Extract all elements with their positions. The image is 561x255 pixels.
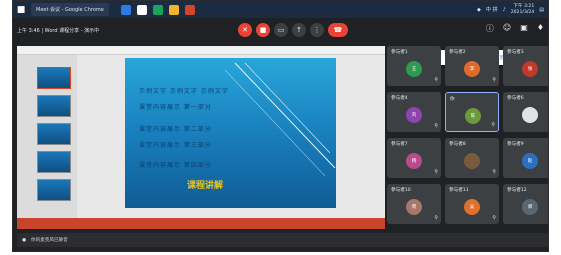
slide-text-line: 示例文字 示例文字 示例文字 bbox=[139, 88, 229, 95]
avatar bbox=[522, 107, 538, 123]
participant-name: 参与者7 bbox=[391, 142, 408, 147]
captions-icon[interactable]: ▭ bbox=[274, 23, 288, 37]
participant-tile[interactable]: 参与者7 杨 ⚲ bbox=[387, 138, 441, 178]
participant-tile[interactable]: 参与者8 ⚲ bbox=[445, 138, 499, 178]
mic-status-icon: ⚲ bbox=[434, 123, 438, 129]
avatar: 王 bbox=[406, 61, 422, 77]
participant-name: 参与者8 bbox=[449, 142, 466, 147]
meeting-title: 上午 3:46 | Word 课程分享 - 演示中 bbox=[17, 27, 100, 34]
participant-name: 参与者9 bbox=[507, 142, 524, 147]
mic-status-icon: ⚲ bbox=[434, 169, 438, 175]
participant-name: 参与者10 bbox=[391, 188, 411, 193]
windows-start-icon[interactable]: ■ bbox=[13, 1, 29, 18]
end-call-button[interactable]: ☎ bbox=[328, 23, 348, 37]
chat-icon[interactable]: ▣ bbox=[520, 23, 528, 34]
current-slide[interactable]: 示例文字 示例文字 示例文字 课堂内容展示 第一部分 课堂内容展示 第二部分 课… bbox=[125, 58, 336, 208]
more-options-icon[interactable]: ⋮ bbox=[310, 23, 324, 37]
participant-name: 参与者12 bbox=[507, 188, 527, 193]
camera-off-icon[interactable]: ■ bbox=[256, 23, 270, 37]
os-taskbar: ■ Meet 会议 - Google Chrome ◆ 中 拼 ♪ 下午 3:2… bbox=[13, 1, 548, 18]
avatar: 李 bbox=[464, 61, 480, 77]
slide-thumbnail[interactable] bbox=[37, 67, 71, 89]
participant-name: 参与者1 bbox=[391, 50, 408, 55]
clock[interactable]: 下午 3:21 2021/3/24 bbox=[511, 4, 535, 16]
present-screen-icon[interactable]: ↑ bbox=[292, 23, 306, 37]
participant-name: 参与者6 bbox=[507, 96, 524, 101]
presentation-view: 示例文字 示例文字 示例文字 课堂内容展示 第一部分 课堂内容展示 第二部分 课… bbox=[17, 46, 385, 229]
taskbar-window-tab[interactable]: Meet 会议 - Google Chrome bbox=[31, 3, 109, 16]
folder-icon[interactable] bbox=[168, 4, 179, 15]
participant-name: 你 bbox=[450, 97, 455, 102]
participant-name: 参与者11 bbox=[449, 188, 469, 193]
avatar bbox=[464, 153, 480, 169]
close-icon[interactable]: × bbox=[548, 54, 549, 62]
info-icon[interactable]: ⓘ bbox=[486, 23, 494, 34]
slide-thumbnail[interactable] bbox=[37, 123, 71, 145]
slide-thumbnail[interactable] bbox=[37, 151, 71, 173]
slide-text-line: 课堂内容展示 第一部分 bbox=[139, 104, 212, 111]
avatar: 陈 bbox=[465, 108, 481, 124]
slide-text-line: 课堂内容展示 第二部分 bbox=[139, 126, 212, 133]
slide-thumbnail[interactable] bbox=[37, 95, 71, 117]
people-icon[interactable]: ☺ bbox=[503, 23, 511, 34]
avatar: 杨 bbox=[406, 153, 422, 169]
avatar: 郑 bbox=[522, 199, 538, 215]
slide-decoration bbox=[224, 62, 336, 177]
slide-text-line: 课堂内容展示 第四部分 bbox=[139, 162, 212, 169]
participant-tile[interactable]: 参与者3张⚲ bbox=[503, 46, 548, 86]
participant-name: 参与者3 bbox=[507, 50, 524, 55]
participant-tile[interactable]: 参与者12郑⚲ bbox=[503, 184, 548, 224]
screen-frame: ■ Meet 会议 - Google Chrome ◆ 中 拼 ♪ 下午 3:2… bbox=[12, 0, 549, 252]
avatar: 赵 bbox=[522, 153, 538, 169]
mic-status-icon: ⚲ bbox=[434, 77, 438, 83]
participant-tile[interactable]: 参与者4 刘 ⚲ bbox=[387, 92, 441, 132]
avatar: 刘 bbox=[406, 107, 422, 123]
network-icon[interactable]: ◆ bbox=[477, 7, 481, 13]
participant-tile[interactable]: 参与者10 周 ⚲ bbox=[387, 184, 441, 224]
avatar: 张 bbox=[522, 61, 538, 77]
status-bar: ● 你的麦克风已静音 bbox=[17, 233, 548, 247]
mic-off-icon: ● bbox=[22, 237, 27, 243]
wechat-icon[interactable] bbox=[152, 4, 163, 15]
avatar: 吴 bbox=[464, 199, 480, 215]
file-explorer-icon[interactable] bbox=[120, 4, 131, 15]
participant-tile[interactable]: 参与者9赵⚲ bbox=[503, 138, 548, 178]
ppt-status-bar bbox=[17, 218, 385, 229]
ime-indicator[interactable]: 中 拼 bbox=[486, 6, 498, 13]
participant-tile[interactable]: 你陈 ⚲ bbox=[445, 92, 499, 132]
slide-title: 课程讲解 bbox=[187, 181, 224, 191]
volume-icon[interactable]: ♪ bbox=[503, 7, 506, 13]
powerpoint-icon[interactable] bbox=[184, 4, 195, 15]
mic-status-icon: ⚲ bbox=[492, 215, 496, 221]
participant-tile[interactable]: 参与者11 吴 ⚲ bbox=[445, 184, 499, 224]
participant-name: 参与者2 bbox=[449, 50, 466, 55]
status-message: 你的麦克风已静音 bbox=[31, 238, 68, 243]
avatar: 周 bbox=[406, 199, 422, 215]
mic-status-icon: ⚲ bbox=[491, 122, 495, 128]
participant-tile[interactable]: 参与者2 李 ⚲ bbox=[445, 46, 499, 86]
slide-thumbnail-panel bbox=[17, 55, 77, 218]
notification-icon[interactable]: ▤ bbox=[539, 7, 544, 13]
mic-status-icon: ⚲ bbox=[492, 77, 496, 83]
slide-thumbnail[interactable] bbox=[37, 179, 71, 201]
participant-tile[interactable]: 参与者6⚲ bbox=[503, 92, 548, 132]
participant-tile[interactable]: 参与者1 王 ⚲ bbox=[387, 46, 441, 86]
system-tray: ◆ 中 拼 ♪ 下午 3:21 2021/3/24 ▤ bbox=[477, 4, 548, 16]
participant-name: 参与者4 bbox=[391, 96, 408, 101]
mic-status-icon: ⚲ bbox=[492, 169, 496, 175]
chrome-icon[interactable] bbox=[136, 4, 147, 15]
mic-off-icon[interactable]: ✕ bbox=[238, 23, 252, 37]
slide-text-line: 课堂内容展示 第三部分 bbox=[139, 142, 212, 149]
meet-toolbar: 上午 3:46 | Word 课程分享 - 演示中 ✕ ■ ▭ ↑ ⋮ ☎ ⓘ … bbox=[13, 18, 548, 42]
mic-status-icon: ⚲ bbox=[434, 215, 438, 221]
activities-icon[interactable]: ♦ bbox=[537, 23, 544, 34]
ppt-ribbon bbox=[17, 46, 385, 55]
